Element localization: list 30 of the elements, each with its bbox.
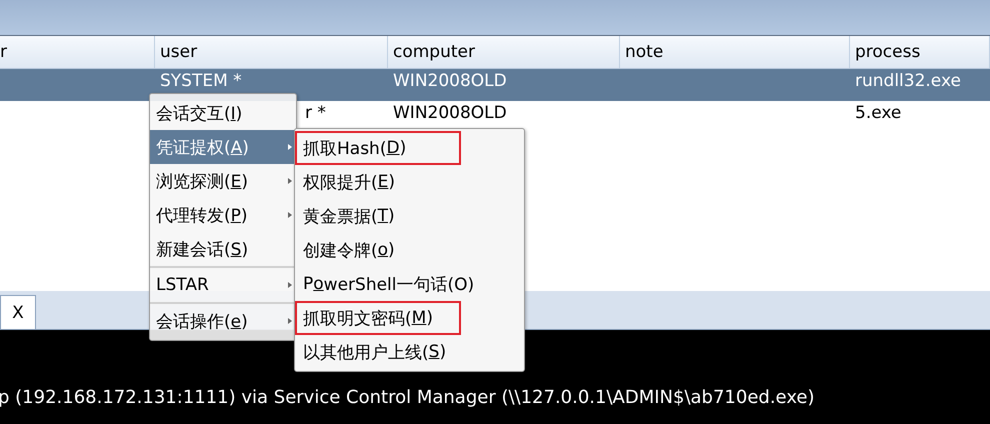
table-cell: rundll32.exe	[855, 71, 961, 91]
console-line: p (192.168.172.131:1111) via Service Control Manager (\\127.0.0.1\ADMIN$\ab710ed.exe)	[0, 387, 815, 408]
column-header[interactable]: process	[850, 36, 990, 68]
menu-item[interactable]: 抓取明文密码(M)	[295, 301, 461, 335]
submenu-arrow-icon	[288, 178, 292, 184]
menu-item[interactable]: 以其他用户上线(S)	[295, 335, 520, 369]
menu-item[interactable]: PowerShell一句话(O)	[295, 267, 520, 301]
column-header[interactable]: user	[155, 36, 388, 68]
column-header[interactable]: computer	[388, 36, 620, 68]
submenu-arrow-icon	[288, 282, 292, 288]
menu-item[interactable]: 浏览探测(E)	[150, 164, 296, 198]
menu-item[interactable]: 黄金票据(T)	[295, 199, 520, 233]
menu-item[interactable]: 代理转发(P)	[150, 198, 296, 232]
menu-item[interactable]: 创建令牌(o)	[295, 233, 520, 267]
table-cell: r *	[305, 103, 326, 123]
menu-item[interactable]: 凭证提权(A)	[150, 130, 296, 164]
submenu-arrow-icon	[288, 144, 292, 150]
column-header[interactable]: note	[620, 36, 850, 68]
table-cell: WIN2008OLD	[393, 103, 507, 123]
column-header[interactable]: r	[0, 36, 155, 68]
menu-item[interactable]: 抓取Hash(D)	[295, 131, 461, 165]
submenu-arrow-icon	[288, 212, 292, 218]
selected-table-row[interactable]: SYSTEM * WIN2008OLD rundll32.exe	[0, 69, 990, 101]
tab[interactable]: X	[0, 295, 36, 329]
menu-item[interactable]: 权限提升(E)	[295, 165, 520, 199]
table-cell: SYSTEM *	[160, 71, 242, 91]
table-cell: WIN2008OLD	[393, 71, 507, 91]
menu-item[interactable]: 会话操作(e)	[150, 304, 296, 338]
submenu-arrow-icon	[288, 318, 292, 324]
table-cell: 5.exe	[855, 103, 902, 123]
